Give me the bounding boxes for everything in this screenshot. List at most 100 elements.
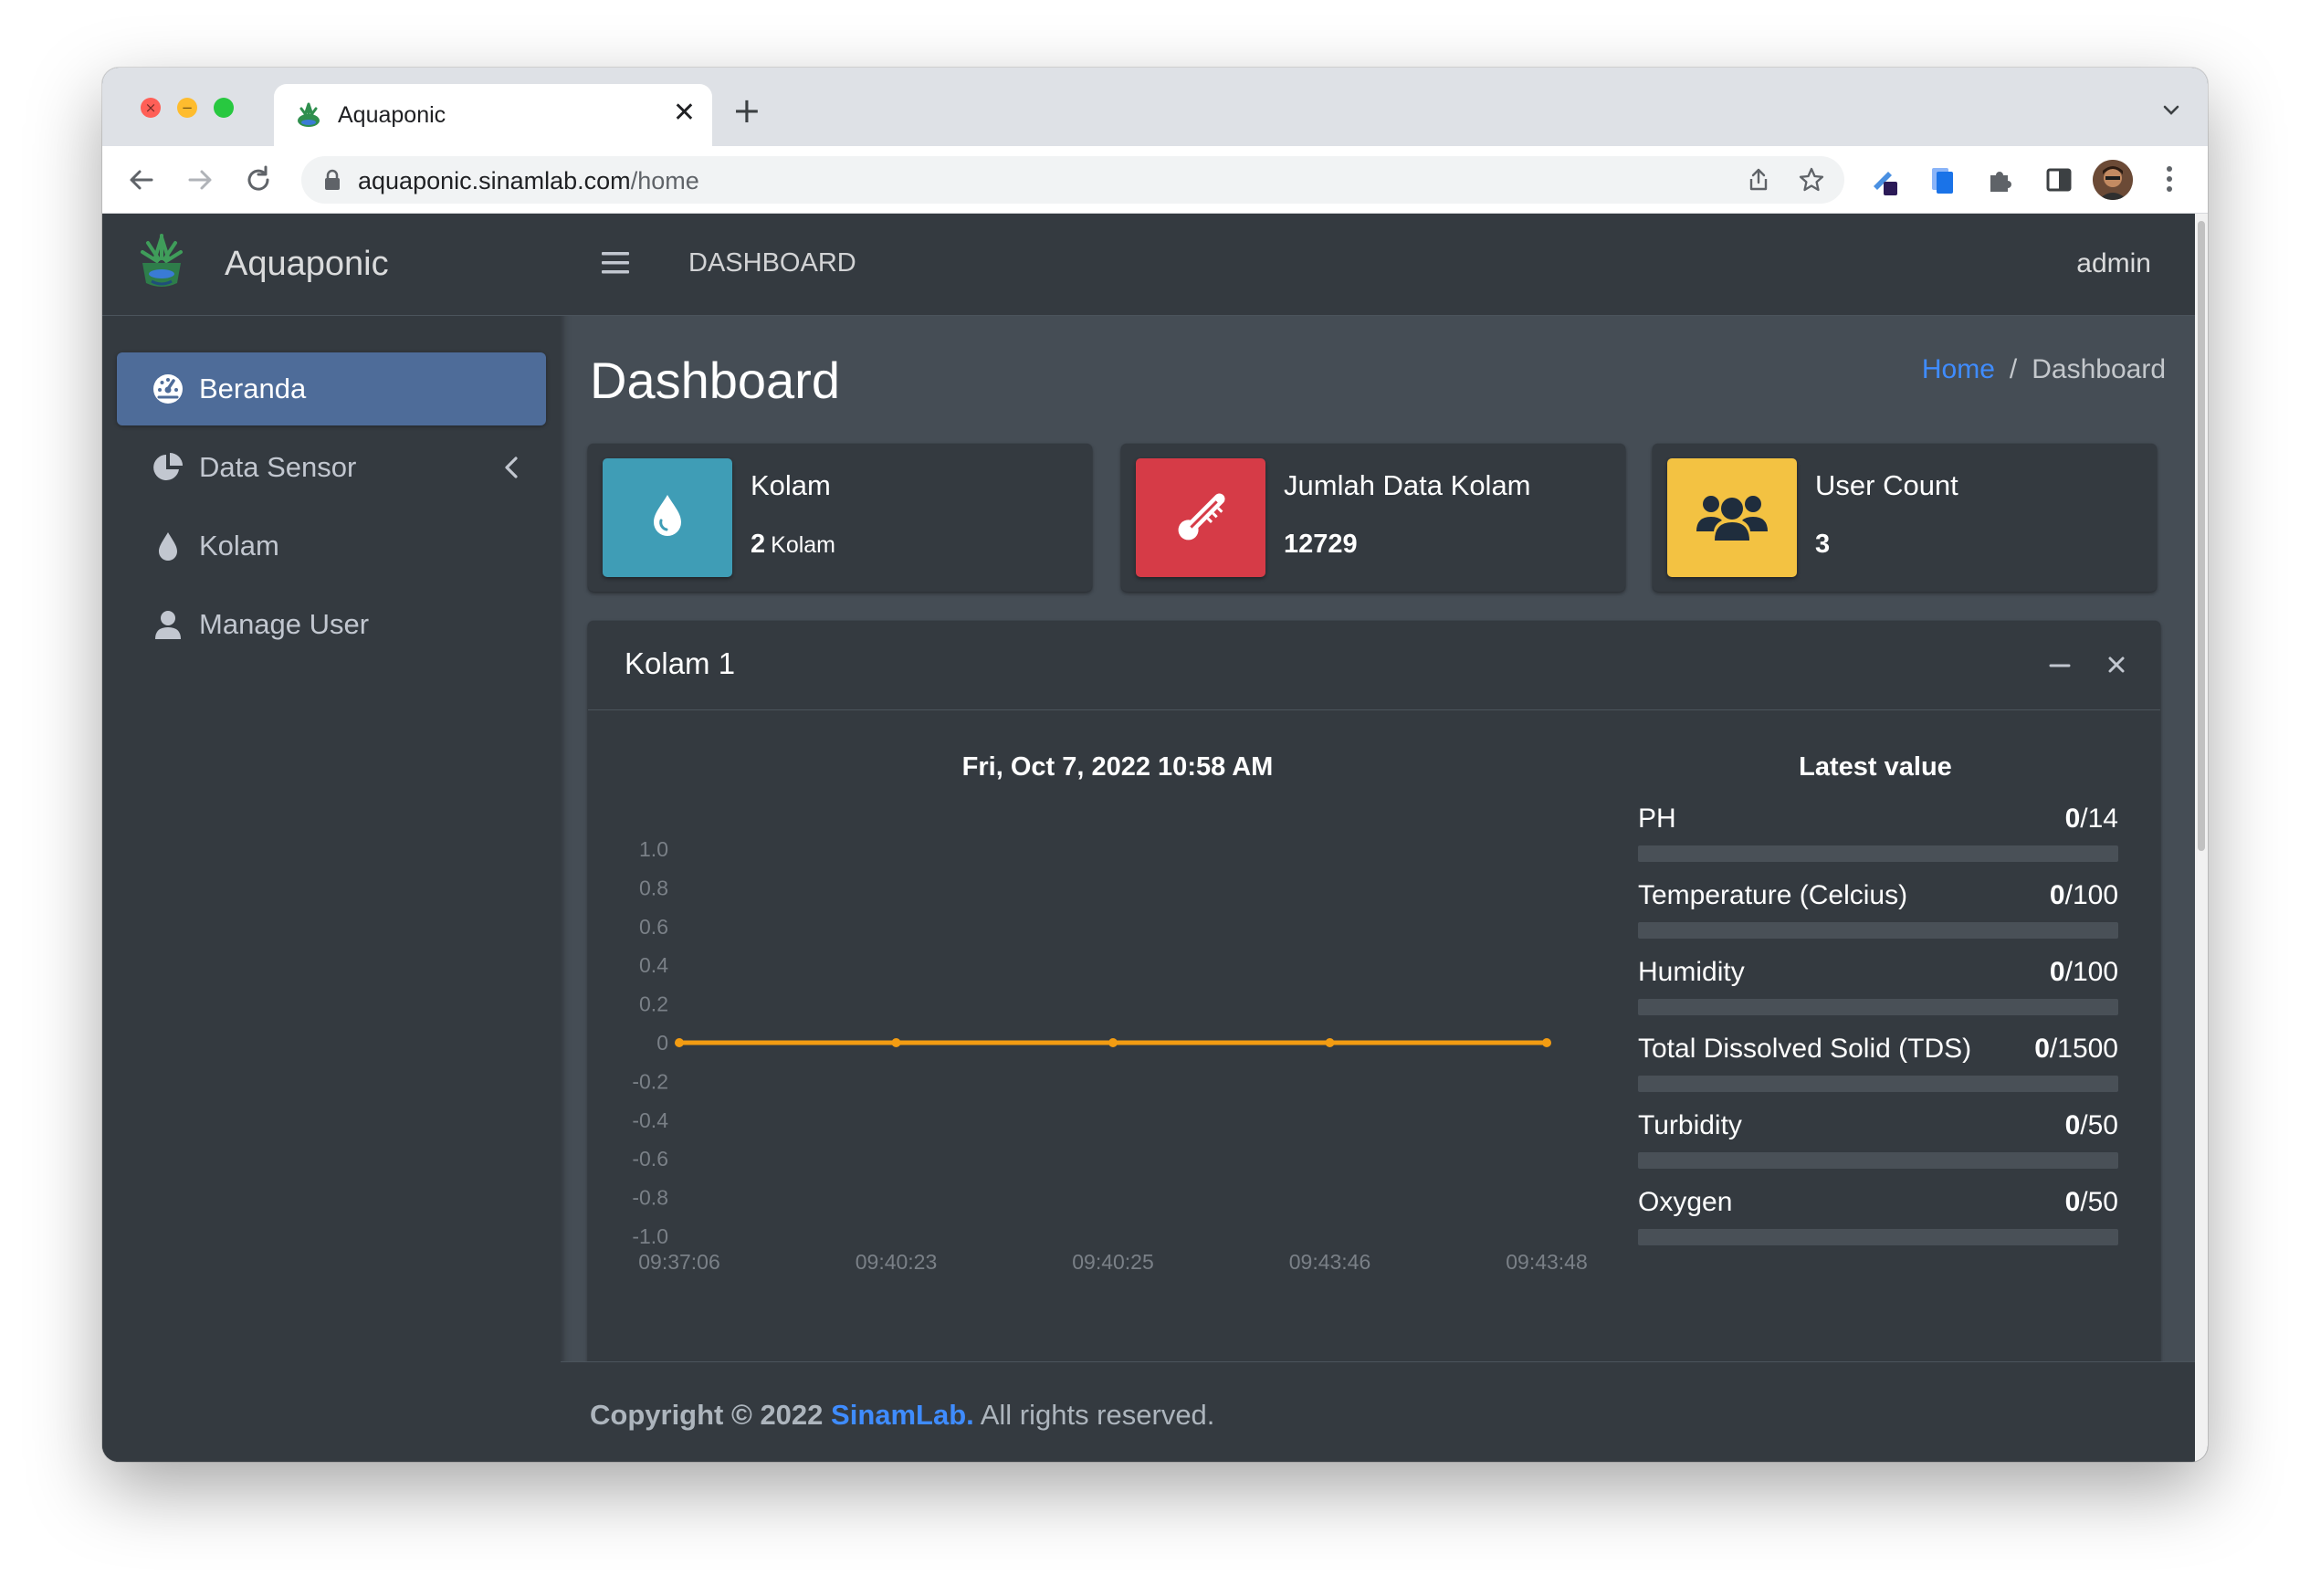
data-point[interactable] [675,1038,684,1047]
info-box-icon [1136,458,1265,577]
metric-value: 0/100 [2050,880,2118,911]
url-text[interactable]: aquaponic.sinamlab.com/home [358,167,699,195]
info-box-label: Jumlah Data Kolam [1284,469,1531,501]
brand-link[interactable]: Aquaponic [102,214,561,316]
kolam-card: Kolam 1 Fri, Oct 7, 2022 10:58 AM 1.0 0.8… [588,621,2160,1370]
tab-strip: × − Aquaponic ✕ + [102,68,2208,146]
metric-max: /14 [2080,803,2118,834]
chart-pie-icon [153,453,183,480]
metric-max: /100 [2064,957,2118,987]
metric-progress-bar [1638,845,2118,862]
card-header: Kolam 1 [588,621,2160,710]
top-navbar: DASHBOARD admin [561,214,2195,316]
profile-avatar-icon [2093,160,2133,200]
aquaponic-favicon-icon [298,102,320,127]
metric-name: Total Dissolved Solid (TDS) [1638,1034,1972,1064]
extensions-puzzle-icon[interactable] [1983,163,2018,197]
address-bar[interactable]: aquaponic.sinamlab.com/home [301,156,1844,204]
tab-search-chevron-icon[interactable] [2158,97,2184,122]
latest-value-title: Latest value [1799,752,1952,782]
info-box-value: 12729 [1284,530,1358,559]
user-menu[interactable]: admin [2076,248,2151,279]
metric-max: /100 [2064,880,2118,910]
x-tick-label: 09:43:46 [1289,1250,1371,1269]
sidebar-item-label: Manage User [199,608,370,640]
side-panel-icon[interactable] [2042,163,2076,197]
browser-menu-icon[interactable] [2160,161,2179,197]
share-icon[interactable] [1746,167,1771,193]
info-box-value: 3 [1815,530,1831,559]
data-point[interactable] [1325,1038,1335,1047]
copy-extension-icon[interactable] [1925,163,1959,197]
info-box-number: 2 [751,530,766,559]
window-minimize-button[interactable]: − [177,98,197,118]
chevron-left-icon[interactable] [502,455,520,480]
data-point[interactable] [891,1038,901,1047]
info-box-icon [603,458,732,577]
metric-current: 0 [2034,1034,2050,1064]
tab-close-icon[interactable]: ✕ [673,97,696,129]
bookmark-star-icon[interactable] [1797,165,1826,194]
y-tick-label: 0.2 [639,992,668,1016]
metric-name: Temperature (Celcius) [1638,880,1908,910]
metric-current: 0 [2064,1110,2081,1140]
metric-row: Total Dissolved Solid (TDS) 0/1500 [1638,1034,2118,1092]
breadcrumb-current: Dashboard [2032,354,2166,384]
metric-max: /50 [2080,1110,2118,1140]
browser-window: × − Aquaponic ✕ + aquaponic.sinamlab.com… [102,68,2208,1462]
sidebar-item-label: Kolam [199,530,279,562]
info-box-unit: Kolam [771,532,836,558]
sidebar-item-manage-user[interactable]: Manage User [117,588,546,661]
forward-arrow-icon[interactable] [183,163,217,197]
hamburger-menu-icon[interactable] [601,250,630,276]
page-scrollbar[interactable] [2195,214,2208,1462]
data-point[interactable] [1542,1038,1551,1047]
profile-avatar[interactable] [2093,160,2133,200]
metric-row: Humidity 0/100 [1638,957,2118,1015]
metric-max: /50 [2080,1187,2118,1217]
sidebar: Aquaponic Beranda Data Sensor Kolam Mana… [102,214,561,1462]
collapse-minus-icon[interactable] [2047,652,2073,677]
metric-row: Turbidity 0/50 [1638,1110,2118,1169]
info-box-jumlah-data: Jumlah Data Kolam 12729 [1121,444,1625,592]
metric-progress-bar [1638,922,2118,939]
close-icon[interactable] [2104,652,2129,677]
metric-name: PH [1638,803,1676,834]
back-arrow-icon[interactable] [124,163,159,197]
window-close-button[interactable]: × [141,98,161,118]
water-drop-icon [159,532,177,561]
reload-icon[interactable] [241,163,276,197]
info-box-label: User Count [1815,469,1958,501]
sidebar-item-label: Data Sensor [199,451,357,483]
breadcrumb-home-link[interactable]: Home [1922,354,1995,384]
info-box-label: Kolam [751,469,831,501]
y-tick-label: -0.8 [632,1186,668,1210]
aquaponic-logo-icon [141,234,183,287]
browser-toolbar: aquaponic.sinamlab.com/home [102,146,2208,214]
browser-tab[interactable]: Aquaponic ✕ [274,84,712,146]
scrollbar-thumb[interactable] [2198,221,2205,851]
y-tick-label: 0.8 [639,876,668,899]
metric-row: Oxygen 0/50 [1638,1187,2118,1245]
navbar-title[interactable]: DASHBOARD [688,248,856,278]
card-title: Kolam 1 [625,646,736,680]
y-tick-label: 0.6 [639,915,668,939]
breadcrumb-separator: / [2009,354,2018,384]
pen-extension-icon[interactable] [1866,163,1901,197]
sidebar-item-data-sensor[interactable]: Data Sensor [117,431,546,504]
sidebar-item-kolam[interactable]: Kolam [117,509,546,583]
metric-progress-bar [1638,1152,2118,1169]
breadcrumb: Home / Dashboard [1922,354,2166,385]
metric-progress-bar [1638,1229,2118,1245]
info-box-value: 2 Kolam [751,530,835,560]
lock-icon[interactable] [323,169,341,191]
window-maximize-button[interactable] [214,98,234,118]
new-tab-button[interactable]: + [732,93,761,128]
x-tick-label: 09:43:48 [1506,1250,1588,1269]
sinamlab-link[interactable]: SinamLab. [831,1399,974,1431]
info-box-user-count: User Count 3 [1653,444,2157,592]
sidebar-item-beranda[interactable]: Beranda [117,352,546,425]
data-point[interactable] [1108,1038,1118,1047]
metric-current: 0 [2064,1187,2081,1217]
info-box-icon [1667,458,1797,577]
